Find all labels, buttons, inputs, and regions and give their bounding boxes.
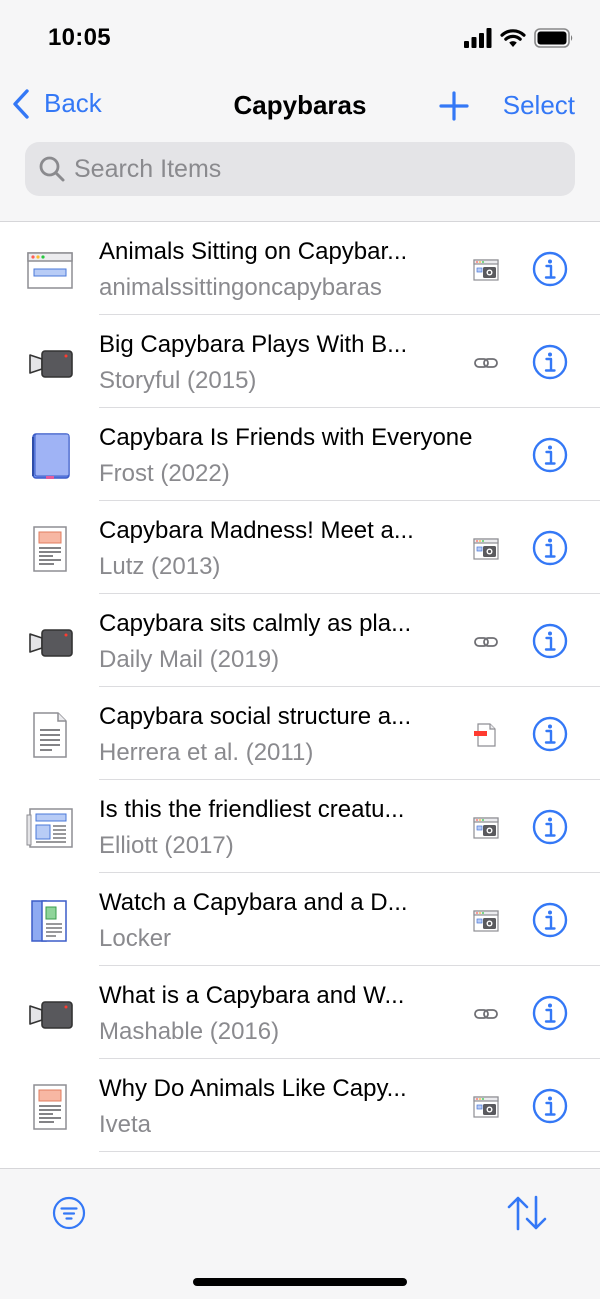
web-snapshot-icon	[472, 907, 500, 935]
status-icons	[464, 26, 574, 50]
info-icon[interactable]	[532, 902, 568, 938]
list-item[interactable]: Capybara Madness! Meet a... Lutz (2013)	[0, 501, 600, 594]
info-icon[interactable]	[532, 437, 568, 473]
web-snapshot-icon	[472, 256, 500, 284]
row-separator	[99, 1151, 600, 1152]
magazine-article-icon	[24, 1081, 76, 1133]
item-title: Capybara sits calmly as pla...	[99, 610, 412, 637]
filter-icon	[52, 1196, 86, 1230]
sort-arrows-icon	[507, 1195, 547, 1231]
wifi-icon	[500, 29, 526, 47]
list-item[interactable]: Capybara sits calmly as pla... Daily Mai…	[0, 594, 600, 687]
list-item[interactable]: Capybara Is Friends with Everyone Frost …	[0, 408, 600, 501]
item-title: Why Do Animals Like Capy...	[99, 1075, 407, 1102]
list-item[interactable]: Capybara social structure a... Herrera e…	[0, 687, 600, 780]
info-icon[interactable]	[532, 623, 568, 659]
info-icon[interactable]	[532, 344, 568, 380]
search-icon	[39, 156, 65, 182]
info-icon[interactable]	[532, 530, 568, 566]
item-title: Is this the friendliest creatu...	[99, 796, 405, 823]
sort-button[interactable]	[506, 1194, 548, 1237]
select-button[interactable]: Select	[503, 90, 575, 121]
info-icon[interactable]	[532, 995, 568, 1031]
item-title: Capybara Madness! Meet a...	[99, 517, 414, 544]
add-button[interactable]	[438, 90, 470, 127]
video-icon	[24, 616, 76, 668]
pdf-icon	[472, 721, 500, 749]
info-icon[interactable]	[532, 251, 568, 287]
info-icon[interactable]	[532, 716, 568, 752]
cellular-signal-icon	[464, 28, 492, 48]
battery-icon	[534, 28, 573, 48]
web-snapshot-icon	[472, 814, 500, 842]
item-title: Animals Sitting on Capybar...	[99, 238, 408, 265]
item-subtitle: Storyful (2015)	[99, 367, 257, 394]
list-item[interactable]: Why Do Animals Like Capy... Iveta	[0, 1059, 600, 1152]
item-title: What is a Capybara and W...	[99, 982, 405, 1009]
item-subtitle: Lutz (2013)	[99, 553, 221, 580]
list-item[interactable]: Is this the friendliest creatu... Elliot…	[0, 780, 600, 873]
home-indicator	[193, 1278, 407, 1286]
plus-icon	[439, 91, 469, 121]
info-icon[interactable]	[532, 809, 568, 845]
items-list: Animals Sitting on Capybar... animalssit…	[0, 222, 600, 1152]
item-title: Capybara Is Friends with Everyone	[99, 424, 473, 451]
web-snapshot-icon	[472, 1093, 500, 1121]
list-item[interactable]: Big Capybara Plays With B... Storyful (2…	[0, 315, 600, 408]
item-title: Watch a Capybara and a D...	[99, 889, 408, 916]
list-item[interactable]: Watch a Capybara and a D... Locker	[0, 873, 600, 966]
video-icon	[24, 337, 76, 389]
video-icon	[24, 988, 76, 1040]
search-bar[interactable]	[25, 142, 575, 196]
item-title: Big Capybara Plays With B...	[99, 331, 408, 358]
item-subtitle: Herrera et al. (2011)	[99, 739, 314, 766]
item-subtitle: Locker	[99, 925, 172, 952]
item-subtitle: Mashable (2016)	[99, 1018, 280, 1045]
blog-post-icon	[24, 895, 76, 947]
item-subtitle: Frost (2022)	[99, 460, 230, 487]
info-icon[interactable]	[532, 1088, 568, 1124]
book-icon	[24, 430, 76, 482]
list-item[interactable]: Animals Sitting on Capybar... animalssit…	[0, 222, 600, 315]
item-subtitle: Iveta	[99, 1111, 152, 1138]
web-snapshot-icon	[472, 535, 500, 563]
journal-article-icon	[24, 709, 76, 761]
list-item[interactable]: What is a Capybara and W... Mashable (20…	[0, 966, 600, 1059]
bottom-toolbar	[0, 1168, 600, 1299]
webpage-icon	[24, 244, 76, 296]
item-subtitle: animalssittingoncapybaras	[99, 274, 382, 301]
link-icon	[472, 349, 500, 377]
top-bar: 10:05 Back Capybaras Select	[0, 0, 600, 222]
magazine-article-icon	[24, 523, 76, 575]
search-input[interactable]	[74, 154, 544, 184]
link-icon	[472, 628, 500, 656]
item-title: Capybara social structure a...	[99, 703, 412, 730]
item-subtitle: Elliott (2017)	[99, 832, 234, 859]
item-subtitle: Daily Mail (2019)	[99, 646, 280, 673]
newspaper-article-icon	[24, 802, 76, 854]
link-icon	[472, 1000, 500, 1028]
status-time: 10:05	[48, 24, 111, 51]
filter-button[interactable]	[52, 1196, 86, 1235]
